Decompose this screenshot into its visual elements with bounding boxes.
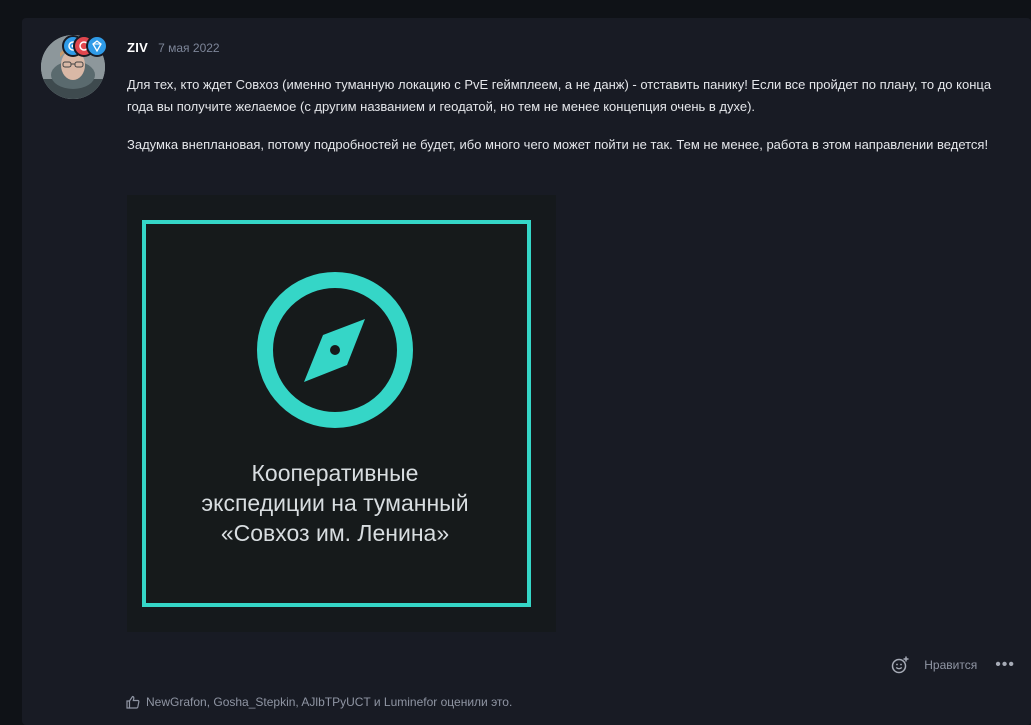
forum-post: ZIV 7 мая 2022 Для тех, кто ждет Совхоз … xyxy=(22,18,1031,725)
post-date[interactable]: 7 мая 2022 xyxy=(158,41,219,55)
post-paragraph: Задумка внеплановая, потому подробностей… xyxy=(127,137,989,152)
post-actions: Нравится ••• xyxy=(890,655,1015,675)
likes-text[interactable]: NewGrafon, Gosha_Stepkin, AJlbTPyUCT и L… xyxy=(146,695,512,709)
image-caption-line: экспедиции на туманный xyxy=(201,490,468,516)
author-name[interactable]: ZIV xyxy=(127,40,148,55)
post-attached-image[interactable]: Кооперативные экспедиции на туманный «Со… xyxy=(127,195,556,632)
image-caption-line: «Совхоз им. Ленина» xyxy=(221,520,449,546)
diamond-badge-icon[interactable] xyxy=(86,35,108,57)
post-paragraph: Для тех, кто ждет Совхоз (именно туманну… xyxy=(127,77,992,114)
thumbs-up-icon xyxy=(126,695,140,709)
author-avatar-area[interactable] xyxy=(41,35,109,103)
add-reaction-icon[interactable] xyxy=(890,655,910,675)
image-caption-line: Кооперативные xyxy=(252,460,419,486)
like-button[interactable]: Нравится xyxy=(924,658,977,672)
likes-summary: NewGrafon, Gosha_Stepkin, AJlbTPyUCT и L… xyxy=(126,695,512,709)
post-content: Для тех, кто ждет Совхоз (именно туманну… xyxy=(127,74,1012,172)
post-header: ZIV 7 мая 2022 xyxy=(127,40,220,55)
more-options-button[interactable]: ••• xyxy=(995,657,1015,673)
